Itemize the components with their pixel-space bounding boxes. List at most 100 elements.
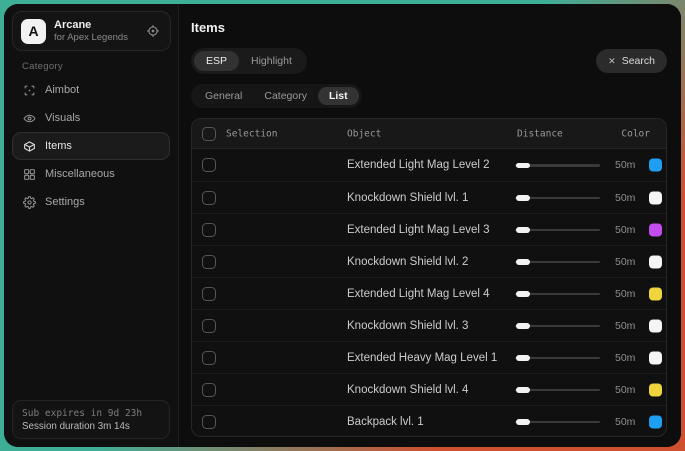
row-checkbox[interactable] (202, 191, 216, 205)
slider-thumb[interactable] (516, 419, 530, 425)
object-name: Knockdown Shield lvl. 3 (347, 320, 468, 332)
app-logo: A (21, 19, 46, 44)
color-swatch[interactable] (649, 191, 662, 204)
color-swatch[interactable] (649, 383, 662, 396)
table-row: Knockdown Shield lvl. 1 50m (192, 181, 666, 213)
sidebar-item-aimbot[interactable]: Aimbot (12, 76, 170, 104)
slider-thumb[interactable] (516, 227, 530, 233)
color-swatch[interactable] (649, 223, 662, 236)
row-checkbox[interactable] (202, 415, 216, 429)
object-name: Backpack lvl. 1 (347, 416, 424, 428)
color-swatch[interactable] (649, 255, 662, 268)
tab-highlight[interactable]: Highlight (239, 51, 304, 71)
x-icon: ✕ (608, 56, 616, 67)
crosshair-icon (23, 84, 36, 97)
distance-slider[interactable] (515, 256, 600, 268)
search-button-label: Search (622, 55, 655, 67)
column-header-distance: Distance (517, 128, 563, 139)
subscription-info-card: Sub expires in 9d 23h Session duration 3… (12, 400, 170, 439)
row-checkbox[interactable] (202, 158, 216, 172)
tab-general[interactable]: General (194, 87, 253, 105)
slider-thumb[interactable] (516, 259, 530, 265)
distance-value: 50m (615, 256, 635, 268)
object-name: Knockdown Shield lvl. 4 (347, 384, 468, 396)
row-checkbox[interactable] (202, 383, 216, 397)
sidebar-item-label: Settings (45, 196, 85, 208)
table-row: Extended Light Mag Level 3 50m (192, 213, 666, 245)
search-button[interactable]: ✕ Search (596, 49, 667, 73)
distance-value: 50m (615, 159, 635, 171)
color-swatch[interactable] (649, 319, 662, 332)
color-swatch[interactable] (649, 159, 662, 172)
eye-icon (23, 112, 36, 125)
tab-list[interactable]: List (318, 87, 359, 105)
sub-expires-text: Sub expires in 9d 23h (22, 407, 160, 420)
distance-value: 50m (615, 352, 635, 364)
column-header-color: Color (621, 128, 650, 139)
table-row: Knockdown Shield lvl. 2 50m (192, 245, 666, 277)
object-name: Extended Light Mag Level 4 (347, 288, 490, 300)
package-icon (23, 140, 36, 153)
color-swatch[interactable] (649, 415, 662, 428)
row-checkbox[interactable] (202, 351, 216, 365)
column-header-object: Object (347, 128, 381, 139)
sidebar-item-settings[interactable]: Settings (12, 188, 170, 216)
table-row: Extended Light Mag Level 4 50m (192, 277, 666, 309)
app-title-block: Arcane for Apex Legends (54, 19, 146, 44)
slider-thumb[interactable] (516, 163, 530, 169)
row-checkbox[interactable] (202, 223, 216, 237)
grid-icon (23, 168, 36, 181)
color-swatch[interactable] (649, 287, 662, 300)
row-checkbox[interactable] (202, 319, 216, 333)
distance-slider[interactable] (515, 192, 600, 204)
page-title: Items (191, 20, 225, 35)
items-table: Selection Object Distance Color Extended… (191, 118, 667, 437)
distance-slider[interactable] (515, 288, 600, 300)
app-name: Arcane (54, 19, 146, 32)
distance-slider[interactable] (515, 384, 600, 396)
sidebar-item-label: Visuals (45, 112, 80, 124)
sidebar-item-label: Miscellaneous (45, 168, 115, 180)
distance-slider[interactable] (515, 352, 600, 364)
object-name: Knockdown Shield lvl. 2 (347, 256, 468, 268)
table-row: Extended Heavy Mag Level 1 50m (192, 341, 666, 373)
table-row: Knockdown Shield lvl. 3 50m (192, 309, 666, 341)
slider-thumb[interactable] (516, 387, 530, 393)
slider-thumb[interactable] (516, 195, 530, 201)
sidebar: A Arcane for Apex Legends Category Aimbo… (4, 4, 179, 447)
sidebar-nav: Aimbot Visuals Items Miscellaneous Setti… (12, 76, 170, 216)
distance-slider[interactable] (515, 416, 600, 428)
table-row: Knockdown Shield lvl. 4 50m (192, 373, 666, 405)
distance-value: 50m (615, 416, 635, 428)
app-window: A Arcane for Apex Legends Category Aimbo… (4, 4, 681, 447)
sidebar-item-visuals[interactable]: Visuals (12, 104, 170, 132)
sidebar-item-miscellaneous[interactable]: Miscellaneous (12, 160, 170, 188)
app-header-card: A Arcane for Apex Legends (12, 11, 171, 51)
table-row: Extended Light Mag Level 2 50m (192, 149, 666, 181)
slider-thumb[interactable] (516, 323, 530, 329)
target-icon[interactable] (146, 24, 162, 38)
slider-thumb[interactable] (516, 355, 530, 361)
distance-slider[interactable] (515, 159, 600, 171)
object-name: Knockdown Shield lvl. 1 (347, 192, 468, 204)
color-swatch[interactable] (649, 351, 662, 364)
object-name: Extended Heavy Mag Level 1 (347, 352, 497, 364)
sidebar-item-label: Items (45, 140, 72, 152)
table-body: Extended Light Mag Level 2 50m Knockdown… (192, 149, 666, 437)
distance-slider[interactable] (515, 224, 600, 236)
row-checkbox[interactable] (202, 287, 216, 301)
object-name: Extended Light Mag Level 3 (347, 224, 490, 236)
session-duration-text: Session duration 3m 14s (22, 420, 160, 433)
distance-slider[interactable] (515, 320, 600, 332)
select-all-checkbox[interactable] (202, 127, 216, 141)
tab-esp[interactable]: ESP (194, 51, 239, 71)
row-checkbox[interactable] (202, 255, 216, 269)
sidebar-item-items[interactable]: Items (12, 132, 170, 160)
tab-category[interactable]: Category (253, 87, 318, 105)
app-subtitle: for Apex Legends (54, 32, 146, 44)
table-header-row: Selection Object Distance Color (192, 119, 666, 149)
sidebar-item-label: Aimbot (45, 84, 79, 96)
view-tab-group: GeneralCategoryList (191, 84, 362, 108)
category-label: Category (22, 61, 63, 72)
slider-thumb[interactable] (516, 291, 530, 297)
